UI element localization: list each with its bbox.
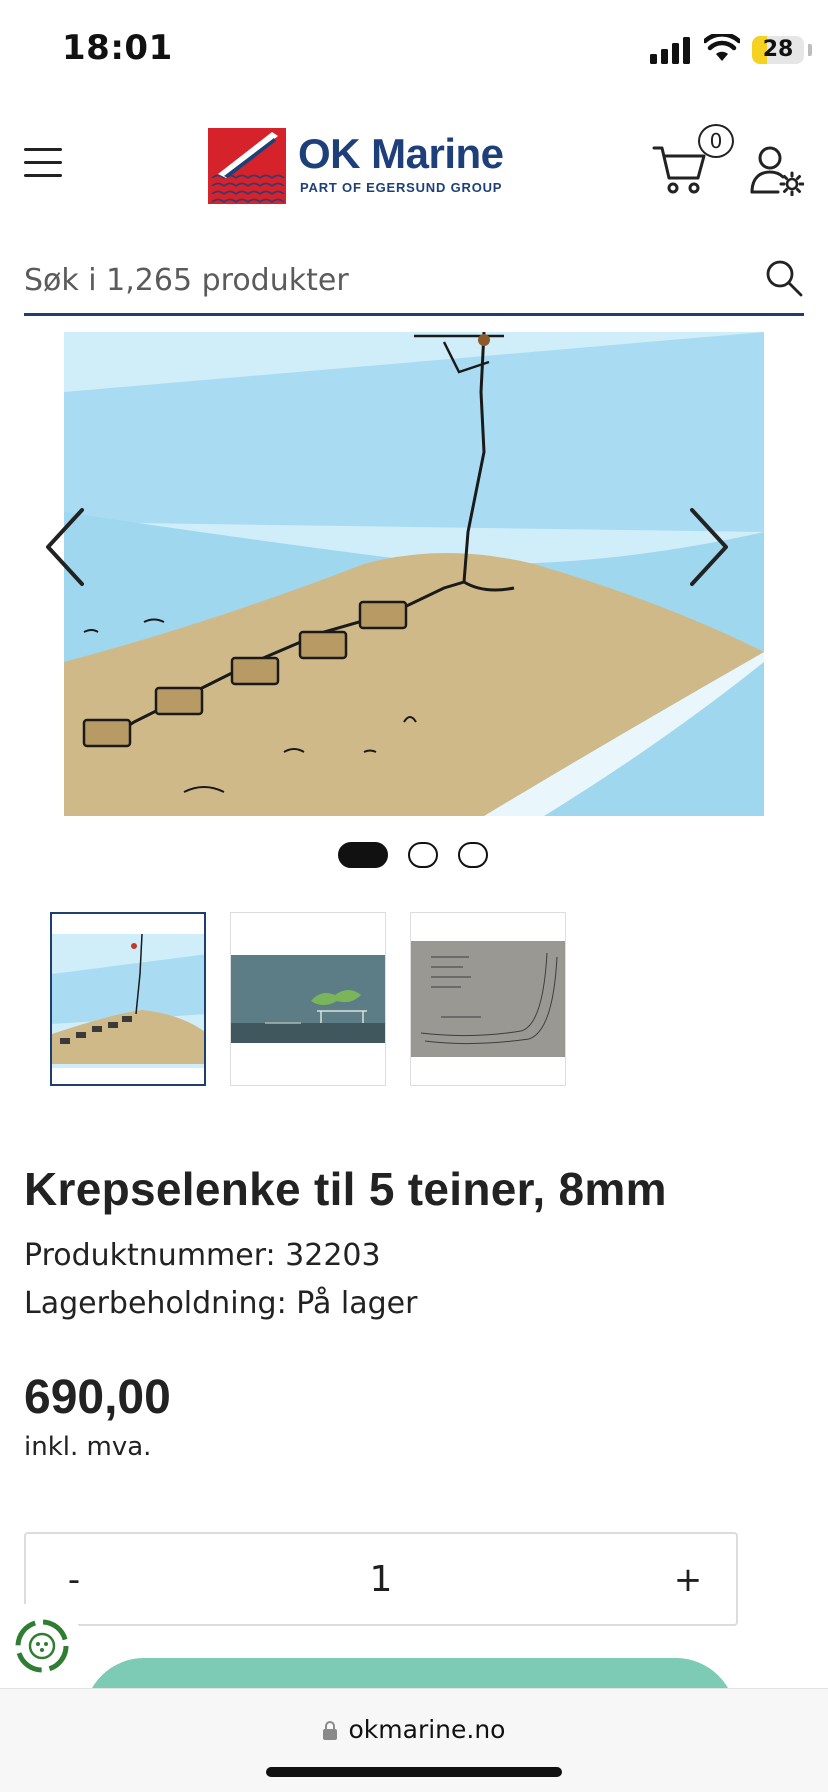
search-icon[interactable] [764, 258, 804, 298]
status-icons: 28 [628, 30, 828, 70]
url-bar[interactable]: okmarine.no [0, 1715, 828, 1744]
ok-marine-logo[interactable]: OK Marine PART OF EGERSUND GROUP [208, 128, 508, 204]
thumbnail-1[interactable] [50, 912, 206, 1086]
status-bar: 18:01 28 [0, 0, 828, 100]
browser-bottom-bar: okmarine.no [0, 1688, 828, 1792]
carousel-pagination [338, 842, 498, 870]
logo-name: OK Marine [298, 130, 504, 177]
chevron-right-icon[interactable] [684, 502, 734, 592]
carousel-dot-2[interactable] [408, 842, 438, 868]
status-time: 18:01 [62, 28, 173, 68]
recycle-eco-icon [15, 1619, 69, 1673]
stock-status: Lagerbeholdning: På lager [24, 1286, 418, 1321]
quantity-value[interactable]: 1 [306, 1550, 456, 1610]
search-input[interactable] [24, 248, 724, 312]
thumbnail-strip [50, 912, 570, 1088]
wifi-icon [704, 34, 740, 61]
cellular-signal-icon [650, 37, 690, 64]
thumbnail-2[interactable] [230, 912, 386, 1086]
cart-count-badge[interactable]: 0 [698, 124, 734, 158]
vat-note: inkl. mva. [24, 1432, 152, 1462]
battery-level: 28 [762, 37, 794, 62]
eco-badge[interactable] [0, 1604, 84, 1688]
quantity-decrease-button[interactable]: - [44, 1550, 104, 1610]
product-main-image[interactable] [64, 332, 764, 816]
chevron-left-icon[interactable] [40, 502, 90, 592]
home-indicator[interactable] [266, 1767, 562, 1777]
quantity-increase-button[interactable]: + [658, 1550, 718, 1610]
thumbnail-3[interactable] [410, 912, 566, 1086]
thumbnail-2-image [231, 955, 385, 1043]
lock-icon [322, 1721, 337, 1740]
site-header: OK Marine PART OF EGERSUND GROUP 0 [0, 110, 828, 220]
product-number: Produktnummer: 32203 [24, 1238, 381, 1273]
hamburger-menu-icon[interactable] [24, 148, 62, 182]
url-text: okmarine.no [348, 1715, 506, 1744]
logo-mark-icon [208, 128, 286, 204]
battery-icon: 28 [752, 36, 804, 64]
carousel-dot-1[interactable] [338, 842, 388, 868]
search-bar [24, 248, 804, 316]
account-settings-icon[interactable] [750, 144, 804, 196]
thumbnail-3-image [411, 941, 565, 1057]
battery-tip [808, 44, 812, 56]
thumbnail-1-image [52, 933, 204, 1068]
product-image-carousel [0, 330, 828, 868]
logo-tagline: PART OF EGERSUND GROUP [300, 180, 503, 195]
quantity-stepper: - 1 + [24, 1532, 738, 1626]
carousel-dot-3[interactable] [458, 842, 488, 868]
product-price: 690,00 [24, 1371, 171, 1424]
product-title: Krepselenke til 5 teiner, 8mm [24, 1163, 667, 1215]
